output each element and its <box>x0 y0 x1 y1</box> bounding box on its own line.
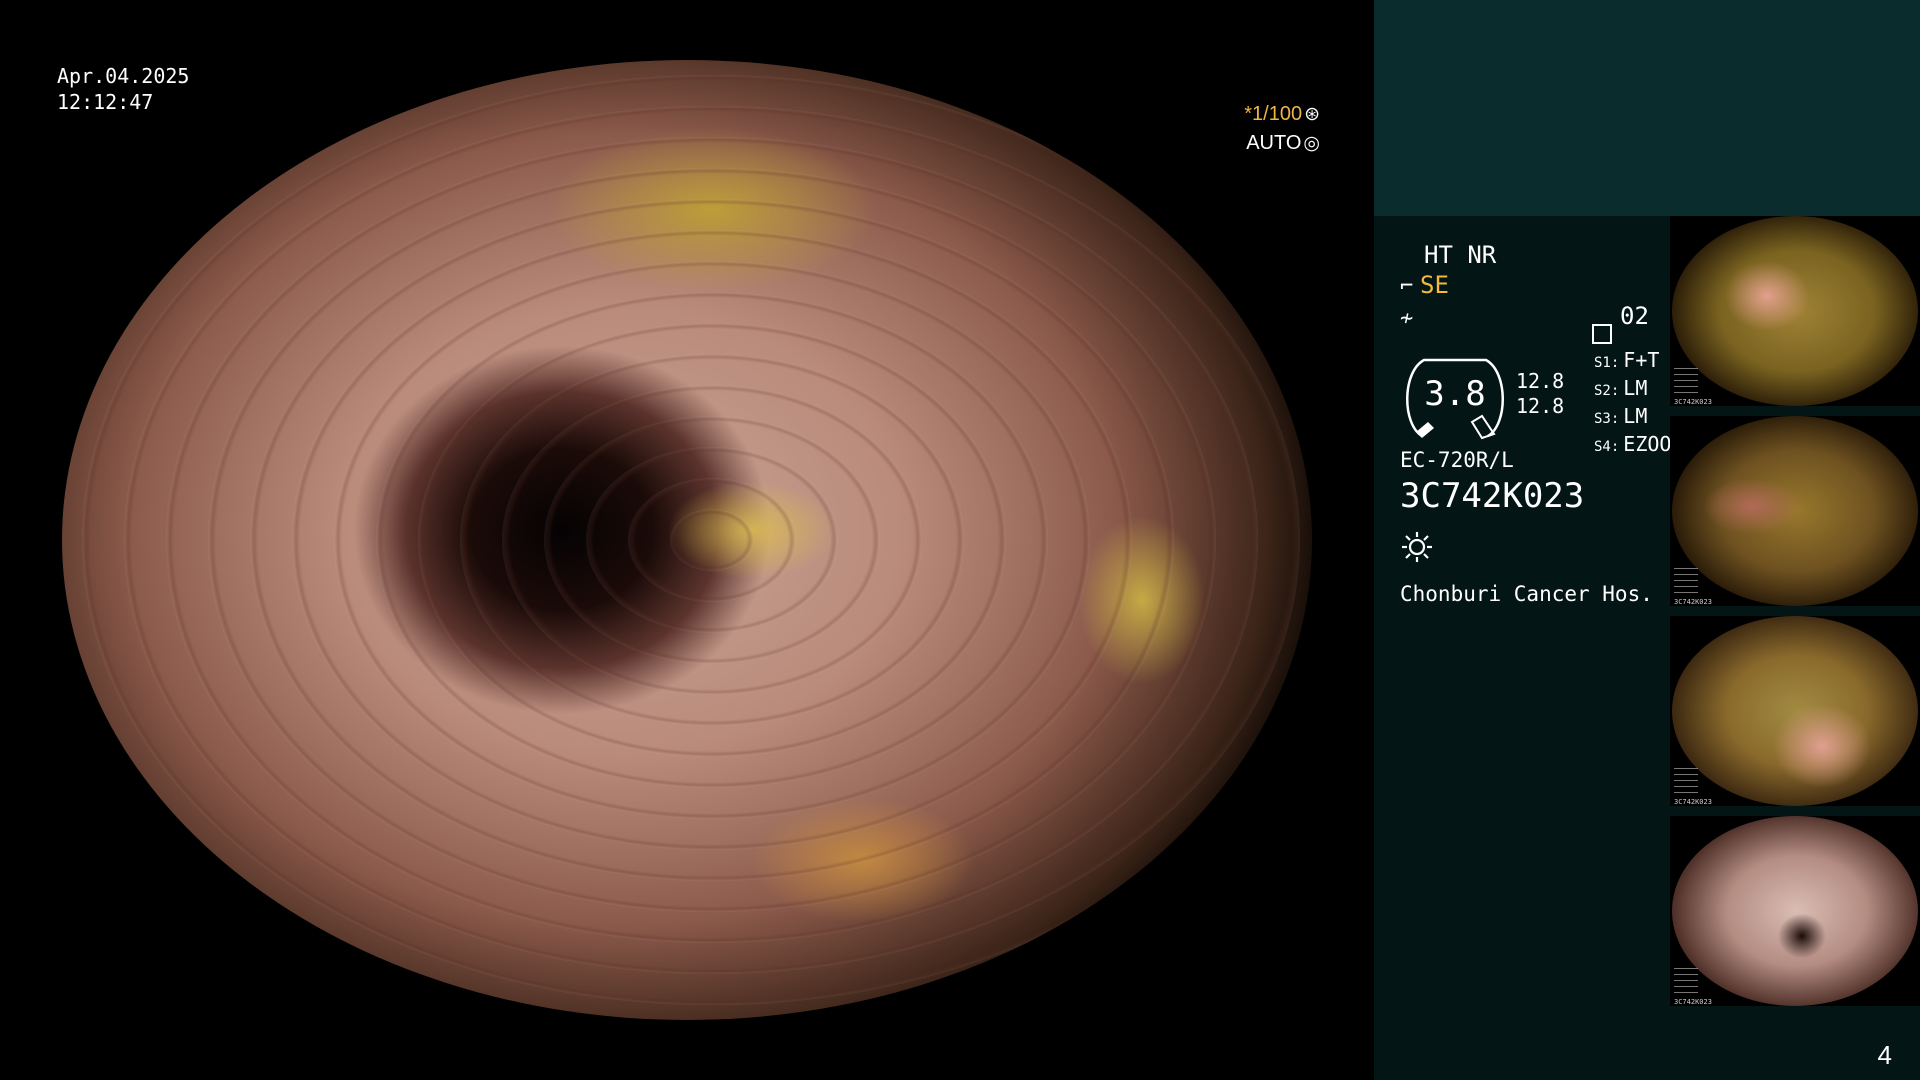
captured-image-thumbnail[interactable]: 3C742K023 <box>1670 816 1920 1006</box>
timestamp: Apr.04.2025 12:12:47 <box>57 63 189 115</box>
mode-label: SE <box>1420 271 1449 299</box>
date-label: Apr.04.2025 <box>57 64 190 88</box>
aperture-icon: ⊛ <box>1304 104 1320 125</box>
thumbnail-image <box>1672 216 1918 406</box>
memory-label: 02 <box>1620 302 1649 330</box>
thumbnail-overlay <box>1674 768 1698 798</box>
page-number: 4 <box>1877 1040 1892 1070</box>
thumbnail-overlay <box>1674 368 1698 398</box>
memory-card-icon: m <box>1592 324 1612 344</box>
time-label: 12:12:47 <box>57 90 154 114</box>
thumbnail-image <box>1672 616 1918 806</box>
thumbnail-overlay <box>1674 968 1698 998</box>
thumbnail-overlay <box>1674 568 1698 598</box>
memory-row: m 02 <box>1592 302 1649 344</box>
zoom-value: 3.8 <box>1424 374 1486 414</box>
thumbnail-serial: 3C742K023 <box>1674 998 1712 1006</box>
structure-enhance-icon: ⌐ <box>1400 274 1414 299</box>
thumbnail-serial: 3C742K023 <box>1674 398 1712 406</box>
captured-image-thumbnail[interactable]: 3C742K023 <box>1670 616 1920 806</box>
panel-header-area <box>1374 0 1920 216</box>
endoscope-image <box>62 60 1312 1020</box>
thumbnail-image <box>1672 416 1918 606</box>
thumbnail-image <box>1672 816 1918 1006</box>
iris-icon: ◎ <box>1303 133 1320 154</box>
mode-top: HT NR <box>1424 241 1497 269</box>
ratio-value-1: 12.8 <box>1516 369 1565 393</box>
iris-mode: AUTO <box>1246 132 1302 154</box>
shutter-speed: *1/100 <box>1244 103 1303 125</box>
camera-settings: *1/100 ⊛ AUTO ◎ <box>1244 100 1320 158</box>
thumbnail-serial: 3C742K023 <box>1674 798 1712 806</box>
hospital-name: Chonburi Cancer Hos. <box>1400 582 1653 606</box>
captured-image-thumbnail[interactable]: 3C742K023 <box>1670 416 1920 606</box>
light-bulb-icon <box>1402 532 1432 562</box>
endoscope-live-view: Apr.04.2025 12:12:47 *1/100 ⊛ AUTO ◎ <box>0 0 1374 1080</box>
thumbnail-serial: 3C742K023 <box>1674 598 1712 606</box>
filter-row: ≁ <box>1400 302 1700 334</box>
scope-model: EC-720R/L <box>1400 448 1514 472</box>
ratio-value-2: 12.8 <box>1516 394 1565 418</box>
filter-icon: ≁ <box>1400 306 1414 331</box>
scope-serial: 3C742K023 <box>1400 476 1585 516</box>
captured-image-thumbnail[interactable]: 3C742K023 <box>1670 216 1920 406</box>
enhancement-row: ⌐ SE <box>1400 270 1700 302</box>
scope-info: HT NR ⌐SE ≁ m02 3.8 12.8 12.8 S1:F+T S2:… <box>1400 240 1700 606</box>
zoom-badge: 3.8 <box>1400 352 1510 440</box>
